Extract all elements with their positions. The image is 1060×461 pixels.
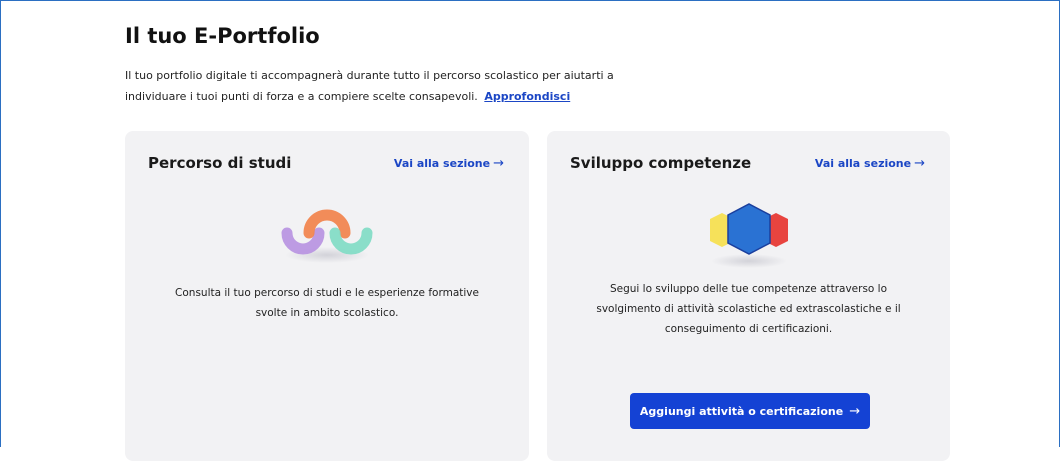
arrow-right-icon: →: [914, 156, 925, 171]
aggiungi-attivita-button[interactable]: Aggiungi attività o certificazione →: [630, 393, 870, 429]
vai-alla-sezione-link[interactable]: Vai alla sezione →: [815, 156, 925, 171]
arrow-right-icon: →: [493, 156, 504, 171]
intro-paragraph: Il tuo portfolio digitale ti accompagner…: [125, 65, 665, 107]
button-label: Aggiungi attività o certificazione: [639, 404, 844, 418]
card-title: Sviluppo competenze: [570, 154, 752, 172]
card-description: Segui lo sviluppo delle tue competenze a…: [596, 283, 901, 335]
main-content: Il tuo E-Portfolio Il tuo portfolio digi…: [125, 22, 955, 461]
link-label: Vai alla sezione: [393, 157, 491, 170]
card-sviluppo-competenze: Sviluppo competenze Vai alla sezione → Se…: [547, 131, 950, 461]
link-label: Vai alla sezione: [814, 157, 912, 170]
card-description: Consulta il tuo percorso di studi e le e…: [175, 287, 479, 319]
arrow-right-icon: →: [849, 403, 861, 419]
approfondisci-link[interactable]: Approfondisci: [484, 90, 570, 103]
card-percorso-studi: Percorso di studi Vai alla sezione → Cons…: [125, 131, 529, 461]
card-title: Percorso di studi: [148, 154, 292, 172]
hexagons-illustration: [709, 203, 788, 268]
wave-path-illustration: [281, 209, 373, 263]
vai-alla-sezione-link[interactable]: Vai alla sezione →: [394, 156, 504, 171]
page-title: Il tuo E-Portfolio: [125, 24, 320, 48]
cards-container: Percorso di studi Vai alla sezione → Cons…: [125, 131, 955, 461]
